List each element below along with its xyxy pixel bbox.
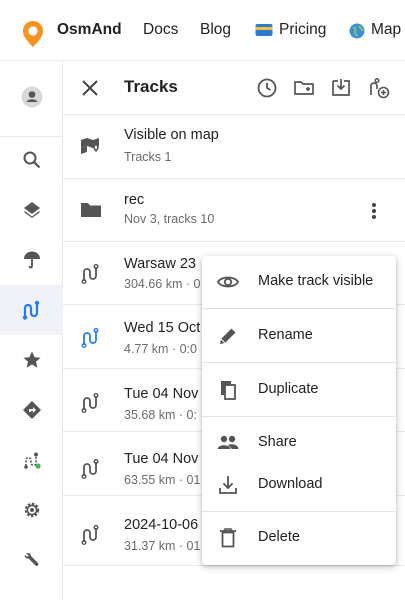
brand-name[interactable]: OsmAnd: [57, 21, 122, 39]
layers-icon: [23, 202, 40, 218]
search-icon: [23, 151, 40, 169]
menu-item-label: Rename: [258, 327, 313, 343]
weather-icon: [23, 251, 40, 269]
clock-icon[interactable]: [255, 76, 279, 100]
menu-item-download[interactable]: Download: [202, 465, 396, 505]
map-visible-icon: [81, 138, 99, 154]
eye-icon: [216, 276, 240, 288]
list-item-title: Visible on map: [124, 127, 219, 143]
visible-on-map-item[interactable]: Visible on map Tracks 1: [63, 115, 405, 179]
track-subtitle: 35.68 km · 0:: [124, 408, 197, 422]
route-planner-icon: [23, 452, 41, 469]
menu-item-label: Make track visible: [258, 273, 374, 289]
rail-navigation[interactable]: [0, 385, 63, 435]
nav-link-map[interactable]: Map: [371, 21, 401, 39]
menu-item-label: Share: [258, 434, 297, 450]
menu-item-label: Download: [258, 476, 323, 492]
menu-item-share[interactable]: Share: [202, 423, 396, 463]
track-title: 2024-10-06: [124, 517, 199, 533]
globe-icon: [349, 23, 365, 39]
track-subtitle: 4.77 km · 0:0: [124, 342, 197, 356]
menu-item-duplicate[interactable]: Duplicate: [202, 370, 396, 410]
side-rail: [0, 61, 63, 600]
panel-title: Tracks: [124, 77, 178, 96]
more-vertical-icon[interactable]: [371, 201, 377, 221]
tools-icon: [24, 552, 38, 566]
rail-layers[interactable]: [0, 185, 63, 235]
menu-item-delete[interactable]: Delete: [202, 518, 396, 558]
download-icon: [219, 476, 237, 494]
settings-icon: [24, 502, 39, 518]
track-title: Wed 15 Oct: [124, 320, 201, 336]
account-icon: [21, 86, 42, 108]
import-icon[interactable]: [329, 76, 353, 100]
nav-link-docs[interactable]: Docs: [143, 21, 178, 39]
pencil-icon: [220, 328, 236, 344]
track-icon-active: [81, 328, 99, 349]
track-icon: [81, 264, 99, 285]
close-icon[interactable]: [77, 75, 103, 101]
duplicate-icon: [221, 381, 236, 400]
folder-item-rec[interactable]: rec Nov 3, tracks 10: [63, 179, 405, 242]
rail-account[interactable]: [0, 75, 63, 119]
tracks-icon: [22, 300, 39, 320]
track-icon: [81, 459, 99, 480]
track-icon: [81, 525, 99, 546]
nav-link-pricing[interactable]: Pricing: [279, 21, 326, 39]
menu-item-label: Duplicate: [258, 381, 319, 397]
rail-search[interactable]: [0, 135, 63, 185]
nav-link-blog[interactable]: Blog: [200, 21, 231, 39]
navigation-icon: [22, 401, 41, 419]
share-people-icon: [217, 435, 239, 449]
add-folder-icon[interactable]: [292, 76, 316, 100]
credit-card-icon: [255, 24, 273, 36]
menu-divider: [202, 308, 396, 309]
menu-item-make-visible[interactable]: Make track visible: [202, 262, 396, 302]
menu-divider: [202, 511, 396, 512]
favorites-icon: [22, 351, 41, 368]
track-title: Tue 04 Nov: [124, 386, 199, 402]
rail-weather[interactable]: [0, 235, 63, 285]
list-item-subtitle: Tracks 1: [124, 150, 172, 164]
folder-icon: [81, 203, 101, 217]
rail-tracks[interactable]: [0, 285, 63, 335]
track-subtitle: 304.66 km · 0: [124, 277, 201, 291]
track-icon: [81, 393, 99, 414]
menu-divider: [202, 416, 396, 417]
track-subtitle: 31.37 km · 01: [124, 539, 201, 553]
list-item-subtitle: Nov 3, tracks 10: [124, 212, 215, 226]
menu-item-label: Delete: [258, 529, 300, 545]
track-title: Warsaw 23: [124, 256, 196, 272]
track-subtitle: 63.55 km · 01: [124, 473, 201, 487]
track-context-menu: Make track visible Rename Duplicate Shar…: [202, 256, 396, 565]
rail-favorites[interactable]: [0, 335, 63, 385]
add-track-icon[interactable]: [367, 76, 391, 100]
rail-route-planner[interactable]: [0, 435, 63, 485]
top-navigation: OsmAnd Docs Blog Pricing Map: [0, 0, 405, 61]
rail-tools[interactable]: [0, 535, 63, 585]
osmand-logo-icon[interactable]: [22, 20, 44, 48]
menu-item-rename[interactable]: Rename: [202, 316, 396, 356]
tracks-panel-header: Tracks: [63, 61, 405, 115]
menu-divider: [202, 362, 396, 363]
list-item-title: rec: [124, 192, 145, 208]
rail-settings[interactable]: [0, 485, 63, 535]
trash-icon: [220, 528, 236, 548]
track-title: Tue 04 Nov: [124, 451, 199, 467]
